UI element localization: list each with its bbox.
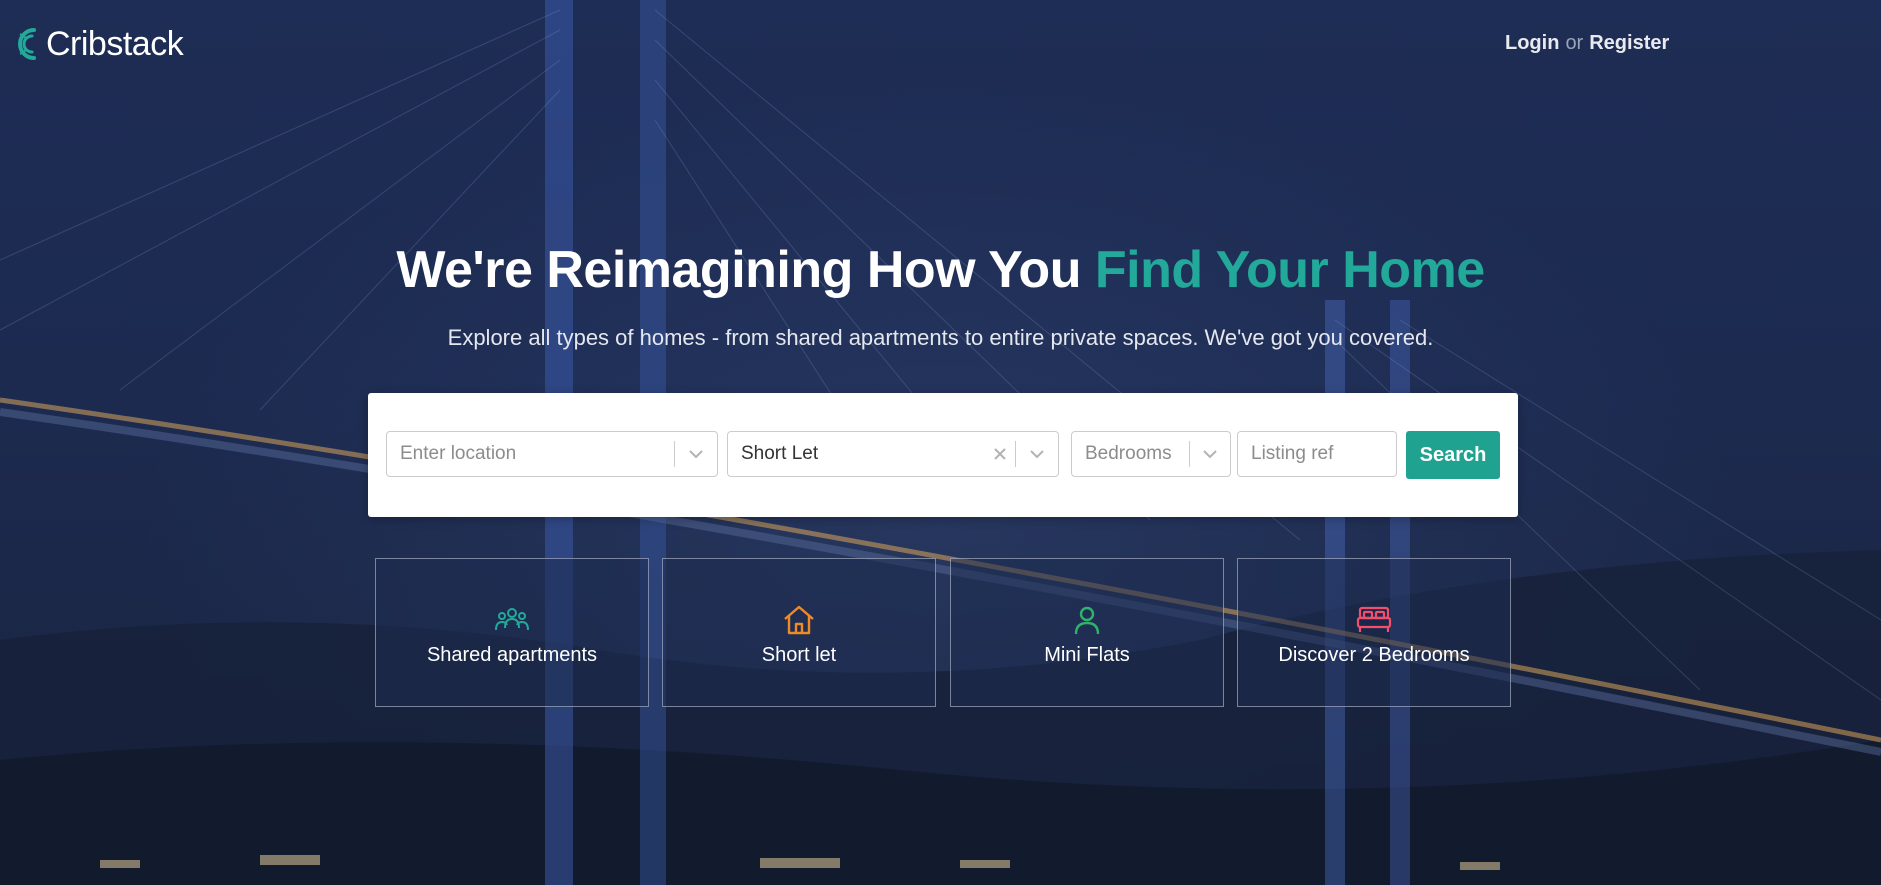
category-two-bedrooms[interactable]: Discover 2 Bedrooms [1237, 558, 1511, 707]
bedrooms-select[interactable]: Bedrooms [1071, 431, 1231, 477]
bedrooms-placeholder: Bedrooms [1085, 443, 1172, 464]
listing-type-select[interactable]: Short Let [727, 431, 1059, 477]
category-short-let[interactable]: Short let [662, 558, 936, 707]
register-link[interactable]: Register [1589, 32, 1669, 54]
category-mini-flats[interactable]: Mini Flats [950, 558, 1224, 707]
page-title: We're Reimagining How You Find Your Home [0, 240, 1881, 300]
location-placeholder: Enter location [400, 443, 517, 464]
chevron-down-icon[interactable] [1190, 431, 1230, 477]
page-title-accent: Find Your Home [1094, 241, 1485, 299]
clear-icon[interactable] [985, 431, 1015, 477]
bed-icon [1356, 604, 1392, 636]
search-panel: Enter location Short Let Bedrooms Search [368, 393, 1518, 517]
chevron-down-icon[interactable] [675, 431, 717, 477]
auth-or-text: or [1565, 32, 1584, 54]
auth-links: Login or Register [1505, 32, 1669, 55]
people-group-icon [494, 604, 530, 636]
category-label: Mini Flats [1044, 644, 1130, 666]
site-header: Cribstack Login or Register [0, 0, 1881, 90]
location-select[interactable]: Enter location [386, 431, 718, 477]
listing-ref-field[interactable] [1237, 431, 1397, 477]
person-icon [1069, 604, 1105, 636]
chevron-down-icon[interactable] [1016, 431, 1058, 477]
brand-name: Cribstack [46, 25, 184, 63]
listing-ref-input[interactable] [1238, 432, 1396, 476]
page-subtitle: Explore all types of homes - from shared… [447, 325, 1434, 350]
category-label: Discover 2 Bedrooms [1278, 644, 1470, 666]
category-label: Shared apartments [426, 644, 598, 666]
login-link[interactable]: Login [1505, 32, 1559, 54]
listing-type-value: Short Let [741, 443, 819, 464]
cribstack-logo-icon [18, 28, 36, 60]
search-button[interactable]: Search [1406, 431, 1500, 479]
brand-logo[interactable]: Cribstack [12, 24, 184, 64]
house-icon [781, 604, 817, 636]
category-label: Short let [761, 644, 837, 666]
page-title-main: We're Reimagining How You [396, 241, 1095, 299]
category-shared-apartments[interactable]: Shared apartments [375, 558, 649, 707]
